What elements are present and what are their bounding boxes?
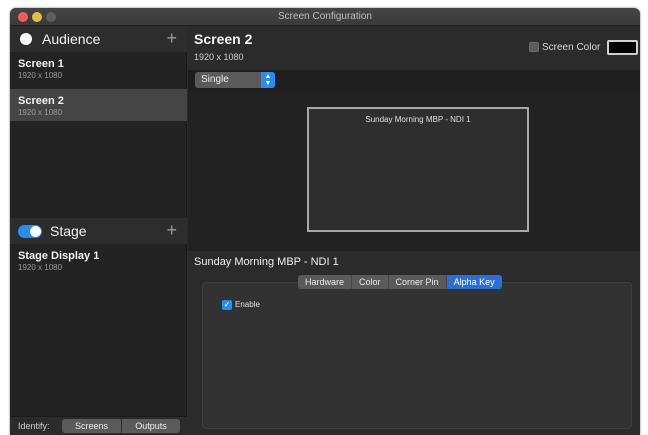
screen-mode-select[interactable]: Single ▲ ▼ [195, 72, 275, 88]
sidebar-item-stage-display-1[interactable]: Stage Display 1 1920 x 1080 [10, 244, 187, 276]
output-preview-label: Sunday Morning MBP - NDI 1 [365, 115, 471, 124]
title-bar: Screen Configuration [10, 8, 640, 26]
main-panel: Screen 2 1920 x 1080 Screen Color Single… [188, 26, 640, 435]
screen-preview-area: Sunday Morning MBP - NDI 1 [188, 92, 640, 251]
list-item-resolution: 1920 x 1080 [18, 263, 63, 272]
screen-resolution: 1920 x 1080 [194, 52, 244, 62]
screen-configuration-window: Screen Configuration Audience + Screen 1… [10, 8, 640, 435]
stage-toggle[interactable] [18, 225, 42, 238]
audience-section-header: Audience + [10, 26, 187, 52]
list-item-name: Screen 2 [18, 95, 64, 107]
updown-chevron-icon: ▲ ▼ [261, 72, 275, 88]
list-item-name: Screen 1 [18, 58, 64, 70]
tab-color[interactable]: Color [352, 275, 389, 289]
output-title: Sunday Morning MBP - NDI 1 [194, 256, 339, 268]
audience-title: Audience [42, 31, 101, 47]
tab-alpha-key[interactable]: Alpha Key [446, 275, 502, 289]
audience-toggle[interactable] [20, 33, 32, 45]
add-stage-display-icon[interactable]: + [166, 220, 177, 240]
window-title: Screen Configuration [278, 11, 372, 22]
list-item-resolution: 1920 x 1080 [18, 108, 63, 117]
screen-color-checkbox[interactable] [529, 42, 539, 52]
screen-color-label: Screen Color [542, 42, 601, 53]
enable-label: Enable [235, 300, 260, 309]
screen-mode-value: Single [201, 74, 229, 85]
tab-panel [202, 282, 632, 429]
tab-hardware[interactable]: Hardware [298, 275, 353, 289]
sidebar: Audience + Screen 1 1920 x 1080 Screen 2… [10, 26, 187, 435]
identify-outputs-button[interactable]: Outputs [122, 419, 180, 433]
sidebar-item-screen-2[interactable]: Screen 2 1920 x 1080 [10, 89, 187, 121]
identify-screens-button[interactable]: Screens [62, 419, 121, 433]
tab-corner-pin[interactable]: Corner Pin [388, 275, 447, 289]
stage-title: Stage [50, 223, 87, 239]
mode-bar: Single ▲ ▼ [188, 70, 640, 92]
toggle-knob [30, 226, 41, 237]
output-preview-box[interactable]: Sunday Morning MBP - NDI 1 [307, 107, 529, 232]
page-title: Screen 2 [194, 31, 253, 47]
sidebar-item-screen-1[interactable]: Screen 1 1920 x 1080 [10, 52, 187, 84]
checkmark-icon: ✓ [223, 300, 231, 309]
identify-bar: Identify: Screens Outputs [10, 416, 187, 435]
list-item-resolution: 1920 x 1080 [18, 71, 63, 80]
enable-checkbox[interactable]: ✓ [222, 300, 232, 310]
stage-section-header: Stage + [10, 218, 187, 244]
identify-label: Identify: [18, 421, 50, 431]
output-settings-tabs: Hardware Color Corner Pin Alpha Key [298, 275, 502, 289]
list-item-name: Stage Display 1 [18, 250, 100, 262]
screen-color-well[interactable] [607, 40, 638, 55]
add-audience-screen-icon[interactable]: + [166, 28, 177, 48]
